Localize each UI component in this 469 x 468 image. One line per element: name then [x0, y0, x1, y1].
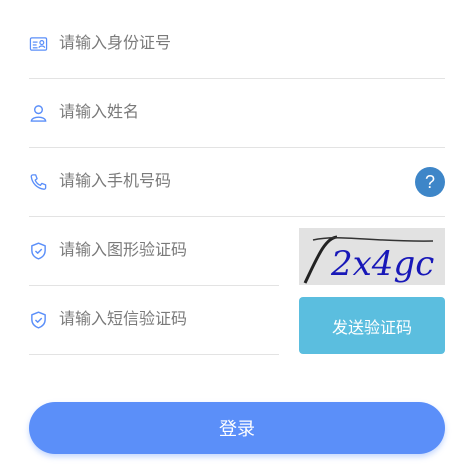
- captcha-image[interactable]: 2x4gc: [299, 228, 445, 285]
- user-icon: [30, 105, 47, 122]
- id-card-input[interactable]: [59, 10, 399, 78]
- help-button[interactable]: ?: [415, 167, 445, 197]
- shield-check-icon: [31, 242, 46, 260]
- phone-row: ?: [29, 148, 445, 217]
- captcha-input[interactable]: [59, 217, 274, 285]
- shield-check-icon: [31, 311, 46, 329]
- id-card-row: [29, 10, 445, 79]
- login-button[interactable]: 登录: [29, 402, 445, 454]
- sms-code-row: [29, 286, 279, 355]
- captcha-text: 2x4gc: [330, 244, 434, 284]
- name-row: [29, 79, 445, 148]
- id-card-icon: [29, 37, 48, 51]
- phone-input[interactable]: [59, 148, 399, 216]
- phone-icon: [30, 174, 47, 190]
- captcha-row: [29, 217, 279, 286]
- sms-code-input[interactable]: [59, 286, 274, 354]
- name-input[interactable]: [59, 79, 399, 147]
- send-code-button[interactable]: 发送验证码: [299, 297, 445, 354]
